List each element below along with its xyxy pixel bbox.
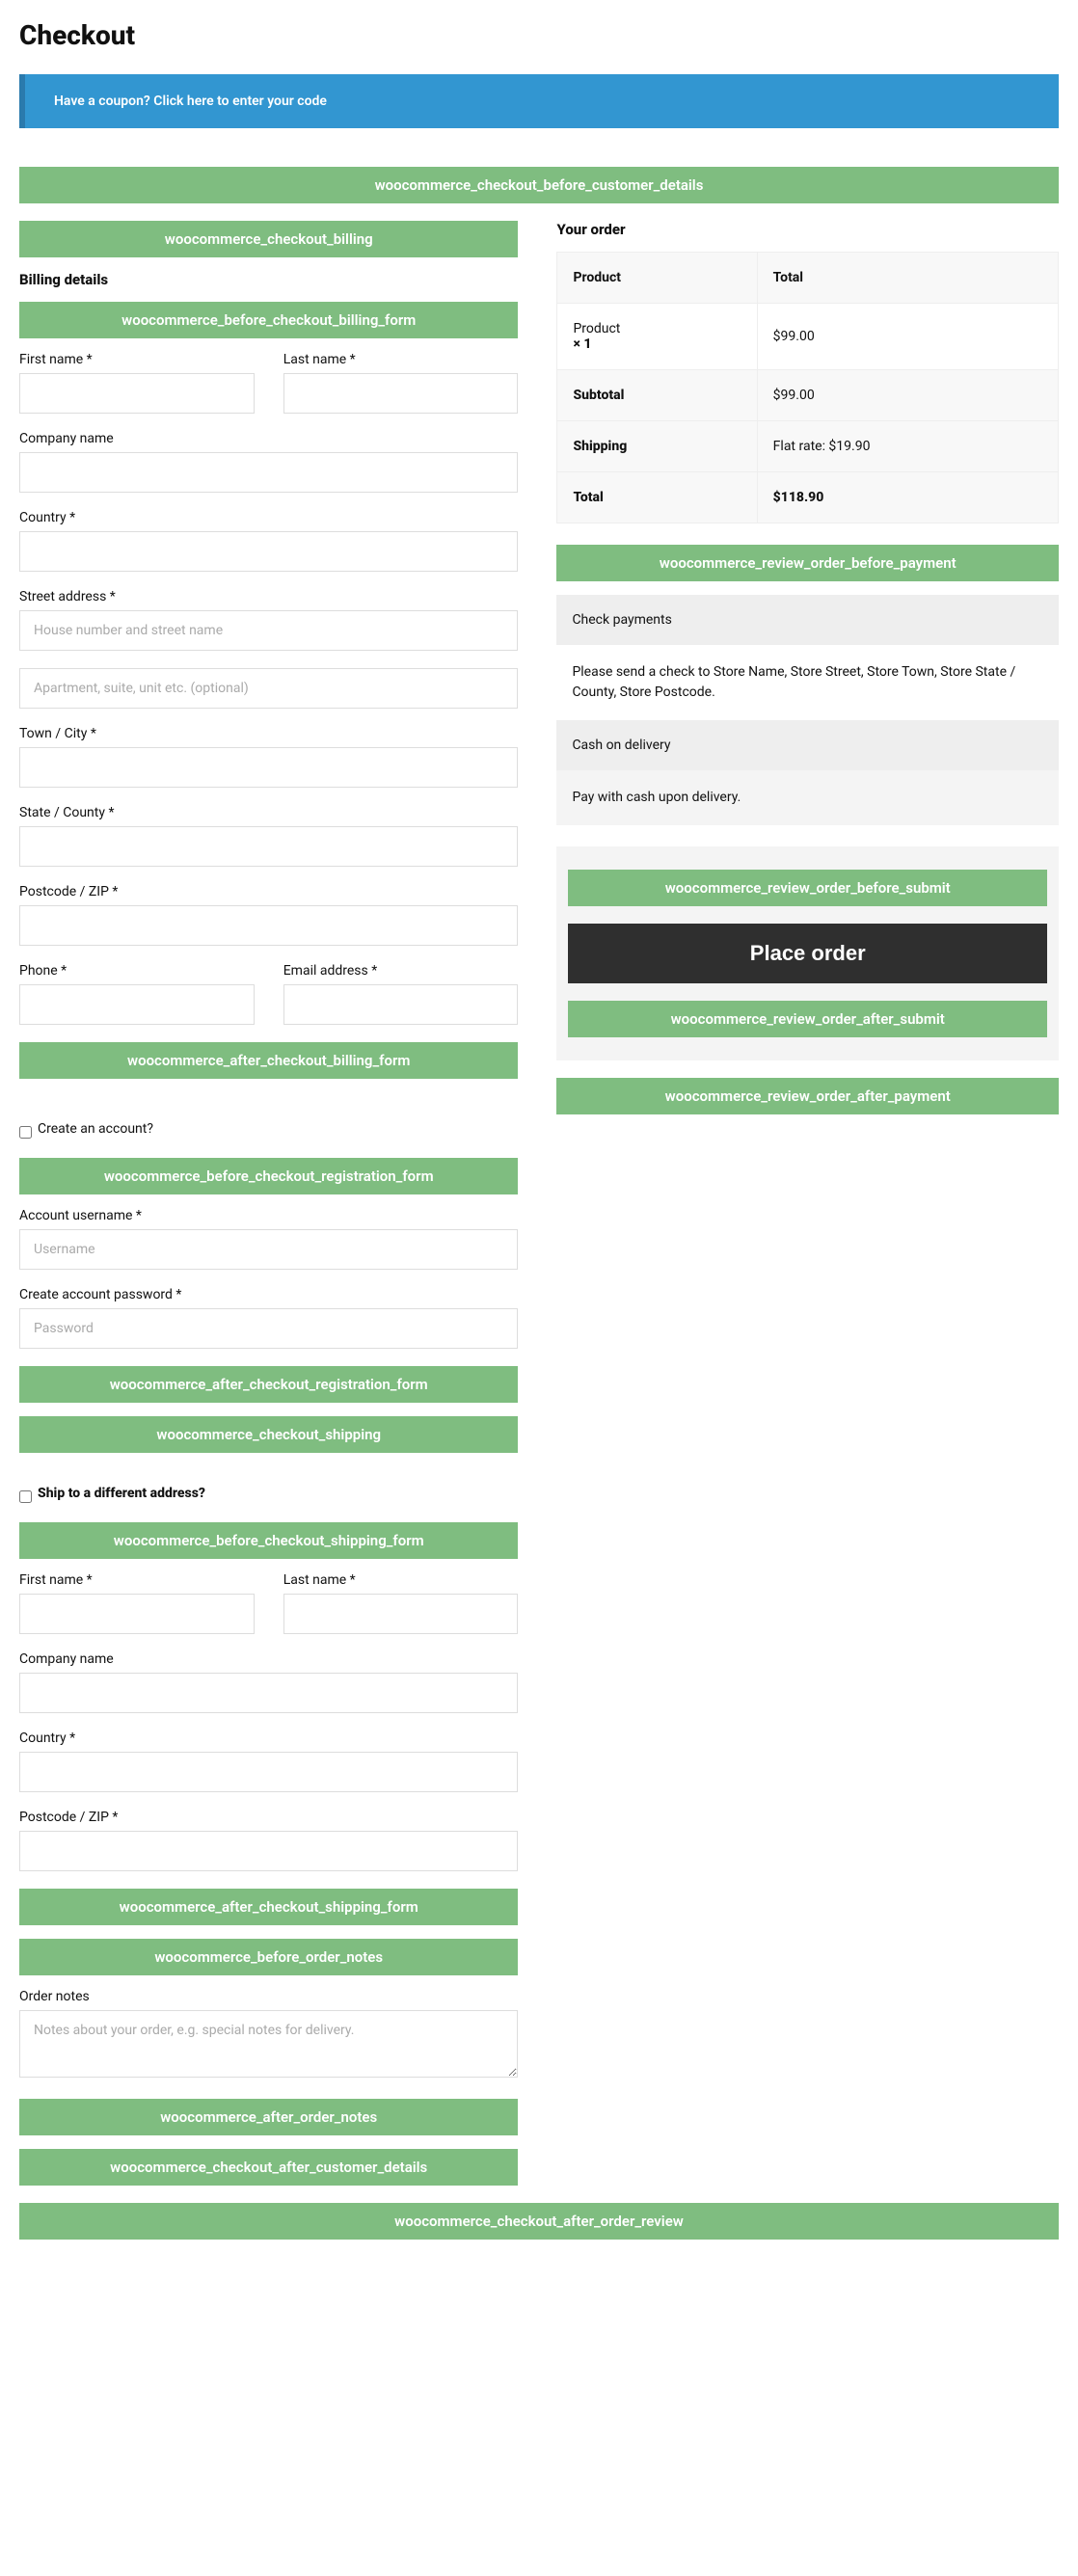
hook-after-customer-details: woocommerce_checkout_after_customer_deta… [19,2149,518,2186]
shipping-company-label: Company name [19,1651,518,1667]
billing-state-input[interactable] [19,826,518,867]
billing-first-name-input[interactable] [19,373,255,414]
billing-postcode-label: Postcode / ZIP * [19,884,518,899]
hook-review-before-payment: woocommerce_review_order_before_payment [556,545,1059,581]
billing-street1-input[interactable] [19,610,518,651]
order-th-total: Total [757,253,1058,304]
billing-heading: Billing details [19,271,518,288]
page-title: Checkout [19,19,1059,51]
billing-state-label: State / County * [19,805,518,820]
hook-review-after-payment: woocommerce_review_order_after_payment [556,1078,1059,1114]
order-shipping-value: Flat rate: $19.90 [757,421,1058,472]
account-username-label: Account username * [19,1208,518,1223]
hook-review-before-submit: woocommerce_review_order_before_submit [568,870,1047,906]
order-item-qty: × 1 [573,336,591,352]
hook-checkout-shipping: woocommerce_checkout_shipping [19,1416,518,1453]
billing-country-label: Country * [19,510,518,525]
place-order-box: woocommerce_review_order_before_submit P… [556,846,1059,1060]
payment-methods: Check payments Please send a check to St… [556,595,1059,825]
billing-street-label: Street address * [19,589,518,604]
order-th-product: Product [557,253,757,304]
account-username-input[interactable] [19,1229,518,1270]
billing-postcode-input[interactable] [19,905,518,946]
order-notes-label: Order notes [19,1989,518,2004]
billing-last-name-label: Last name * [283,352,519,367]
payment-check-desc: Please send a check to Store Name, Store… [556,645,1059,720]
shipping-country-input[interactable] [19,1752,518,1792]
order-total-label: Total [557,472,757,523]
payment-cod-title[interactable]: Cash on delivery [556,720,1059,770]
billing-last-name-input[interactable] [283,373,519,414]
hook-before-shipping-form: woocommerce_before_checkout_shipping_for… [19,1522,518,1559]
place-order-button[interactable]: Place order [568,924,1047,983]
hook-after-shipping-form: woocommerce_after_checkout_shipping_form [19,1889,518,1925]
shipping-last-name-input[interactable] [283,1594,519,1634]
shipping-first-name-input[interactable] [19,1594,255,1634]
billing-country-input[interactable] [19,531,518,572]
hook-after-order-notes: woocommerce_after_order_notes [19,2099,518,2135]
billing-phone-label: Phone * [19,963,255,979]
hook-after-order-review: woocommerce_checkout_after_order_review [19,2203,1059,2240]
ship-different-checkbox[interactable] [19,1490,32,1503]
create-account-checkbox[interactable] [19,1126,32,1139]
billing-town-label: Town / City * [19,726,518,741]
shipping-company-input[interactable] [19,1673,518,1713]
order-subtotal-label: Subtotal [557,370,757,421]
billing-first-name-label: First name * [19,352,255,367]
payment-check-title[interactable]: Check payments [556,595,1059,645]
order-total-value: $118.90 [757,472,1058,523]
hook-before-customer-details: woocommerce_checkout_before_customer_det… [19,167,1059,203]
order-heading: Your order [556,221,1059,238]
shipping-postcode-input[interactable] [19,1831,518,1871]
billing-phone-input[interactable] [19,984,255,1025]
shipping-first-name-label: First name * [19,1572,255,1588]
shipping-last-name-label: Last name * [283,1572,519,1588]
billing-company-label: Company name [19,431,518,446]
billing-street2-input[interactable] [19,668,518,709]
billing-company-input[interactable] [19,452,518,493]
order-item-name-cell: Product × 1 [557,304,757,370]
payment-cod-desc: Pay with cash upon delivery. [556,770,1059,825]
order-notes-input[interactable] [19,2010,518,2078]
hook-review-after-submit: woocommerce_review_order_after_submit [568,1001,1047,1037]
billing-town-input[interactable] [19,747,518,788]
hook-before-order-notes: woocommerce_before_order_notes [19,1939,518,1975]
hook-after-billing-form: woocommerce_after_checkout_billing_form [19,1042,518,1079]
coupon-notice[interactable]: Have a coupon? Click here to enter your … [19,74,1059,128]
shipping-postcode-label: Postcode / ZIP * [19,1810,518,1825]
shipping-country-label: Country * [19,1731,518,1746]
hook-checkout-billing: woocommerce_checkout_billing [19,221,518,257]
create-account-label[interactable]: Create an account? [38,1121,153,1137]
ship-different-label[interactable]: Ship to a different address? [38,1486,205,1501]
billing-email-input[interactable] [283,984,519,1025]
order-table: Product Total Product × 1 $99.00 Subtota… [556,252,1059,523]
order-item-name: Product [573,321,620,336]
order-subtotal-value: $99.00 [757,370,1058,421]
billing-email-label: Email address * [283,963,519,979]
account-password-label: Create account password * [19,1287,518,1302]
hook-after-registration-form: woocommerce_after_checkout_registration_… [19,1366,518,1403]
hook-before-billing-form: woocommerce_before_checkout_billing_form [19,302,518,338]
hook-before-registration-form: woocommerce_before_checkout_registration… [19,1158,518,1194]
order-item-price: $99.00 [757,304,1058,370]
account-password-input[interactable] [19,1308,518,1349]
order-shipping-label: Shipping [557,421,757,472]
